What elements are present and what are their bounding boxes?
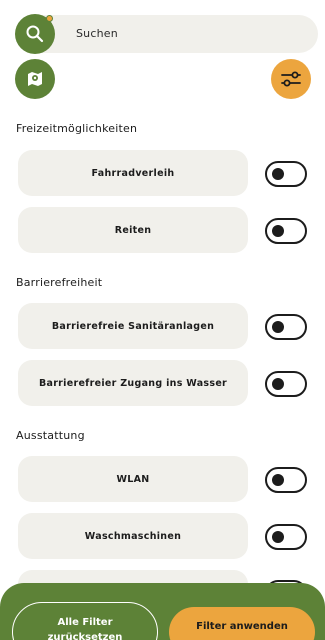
- filter-option-wlan[interactable]: WLAN: [18, 456, 248, 502]
- toggle-accessible-water[interactable]: [265, 371, 307, 397]
- filter-option-riding[interactable]: Reiten: [18, 207, 248, 253]
- search-bar[interactable]: [18, 15, 318, 53]
- toggle-knob: [272, 474, 284, 486]
- search-input[interactable]: Suchen: [76, 27, 118, 40]
- sliders-icon: [281, 71, 301, 87]
- filter-button[interactable]: [271, 59, 311, 99]
- filter-option-accessible-sanitary[interactable]: Barrierefreie Sanitäranlagen: [18, 303, 248, 349]
- toggle-accessible-sanitary[interactable]: [265, 314, 307, 340]
- active-indicator-dot: [46, 15, 53, 22]
- search-icon: [26, 25, 44, 43]
- map-button[interactable]: [15, 59, 55, 99]
- reset-filters-button[interactable]: Alle Filter zurücksetzen: [12, 602, 158, 640]
- section-title-equipment: Ausstattung: [16, 429, 85, 442]
- map-icon: [28, 72, 42, 86]
- toggle-knob: [272, 168, 284, 180]
- filter-option-accessible-water[interactable]: Barrierefreier Zugang ins Wasser: [18, 360, 248, 406]
- toggle-washing-machines[interactable]: [265, 524, 307, 550]
- toggle-knob: [272, 531, 284, 543]
- toggle-riding[interactable]: [265, 218, 307, 244]
- toggle-knob: [272, 225, 284, 237]
- toggle-bike-rental[interactable]: [265, 161, 307, 187]
- filter-option-washing-machines[interactable]: Waschmaschinen: [18, 513, 248, 559]
- toggle-knob: [272, 321, 284, 333]
- apply-filters-button[interactable]: Filter anwenden: [169, 607, 315, 640]
- toggle-wlan[interactable]: [265, 467, 307, 493]
- reset-label-line1: Alle Filter: [57, 617, 113, 628]
- search-button[interactable]: [15, 14, 55, 54]
- reset-label-line2: zurücksetzen: [47, 632, 123, 640]
- section-title-accessibility: Barrierefreiheit: [16, 276, 103, 289]
- section-title-leisure: Freizeitmöglichkeiten: [16, 122, 138, 135]
- filter-option-bike-rental[interactable]: Fahrradverleih: [18, 150, 248, 196]
- toggle-knob: [272, 378, 284, 390]
